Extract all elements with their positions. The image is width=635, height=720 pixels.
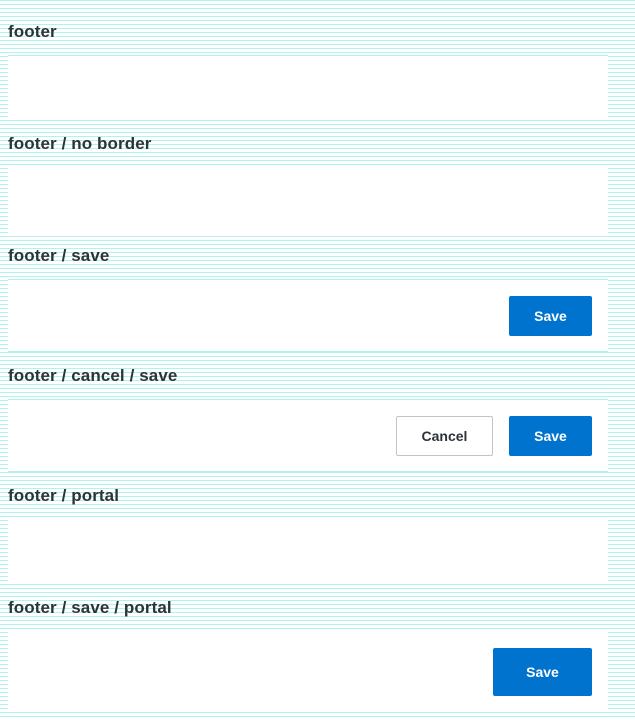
story-label-footer-cancel-save: footer / cancel / save: [8, 366, 178, 385]
story-label-footer-save-portal: footer / save / portal: [8, 598, 172, 617]
story-label-footer-save: footer / save: [8, 246, 110, 265]
save-button[interactable]: Save: [493, 648, 592, 696]
save-button[interactable]: Save: [509, 416, 592, 456]
save-button[interactable]: Save: [509, 296, 592, 336]
story-label-footer-portal: footer / portal: [8, 486, 120, 505]
footer-panel: [8, 55, 608, 121]
story-label-footer-no-border: footer / no border: [8, 134, 152, 153]
footer-panel-no-border: [8, 167, 608, 233]
cancel-button[interactable]: Cancel: [396, 416, 493, 456]
footer-panel-portal: [8, 517, 608, 581]
footer-panel-save: Save: [8, 279, 608, 352]
footer-panel-cancel-save: Cancel Save: [8, 399, 608, 472]
story-label-footer: footer: [8, 22, 57, 41]
footer-panel-save-portal: Save: [8, 630, 608, 712]
